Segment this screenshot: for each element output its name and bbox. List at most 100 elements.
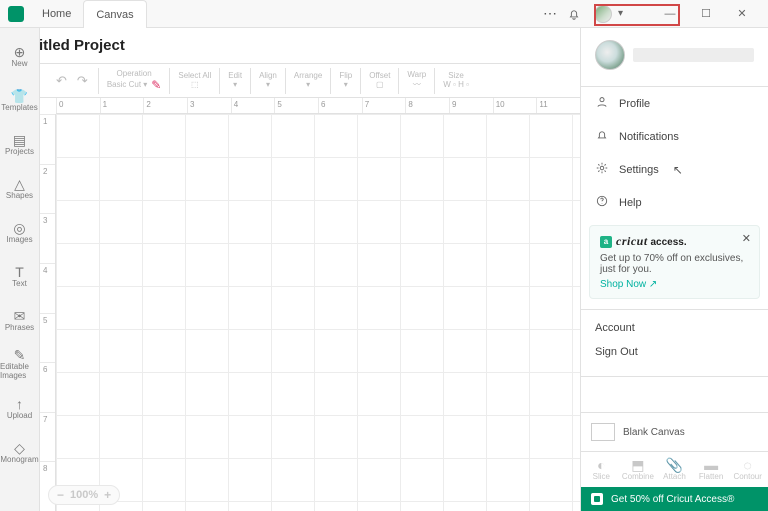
op-operation[interactable]: Operation Basic Cut ▾✎: [98, 68, 170, 94]
ruler-tick: 7: [362, 98, 406, 113]
images-icon: ◎: [13, 221, 25, 235]
menu-settings-label: Settings: [619, 164, 659, 176]
attach-icon: 📎: [666, 458, 683, 472]
right-column: Profile Notifications Settings ↖ Help ✕ …: [580, 28, 768, 511]
text-icon: T: [15, 265, 24, 279]
tool-label: Editable Images: [0, 362, 39, 380]
op-selectall-label: Select All: [178, 72, 211, 80]
window-min-button[interactable]: —: [652, 0, 688, 27]
bell-small-icon: [595, 128, 609, 145]
editable-images-icon: ✎: [14, 348, 26, 362]
undo-button[interactable]: ↶: [56, 73, 67, 89]
op-contour-label: Contour: [733, 472, 761, 481]
tool-text[interactable]: TText: [0, 254, 39, 298]
op-offset[interactable]: Offset▢: [360, 68, 398, 94]
op-selectall[interactable]: Select All⬚: [169, 68, 219, 94]
menu-signout[interactable]: Sign Out: [595, 340, 754, 364]
ruler-tick: 9: [449, 98, 493, 113]
menu-notifications-label: Notifications: [619, 131, 679, 143]
tab-canvas-label: Canvas: [96, 9, 133, 21]
op-flatten[interactable]: ▬Flatten: [694, 458, 728, 481]
zoom-out-button[interactable]: −: [57, 488, 64, 502]
layer-ops: ◐Slice ⬒Combine 📎Attach ▬Flatten ◌Contou…: [581, 452, 768, 487]
tool-label: Shapes: [6, 191, 33, 200]
op-contour[interactable]: ◌Contour: [731, 458, 765, 481]
op-arrange[interactable]: Arrange▾: [285, 68, 330, 94]
promo-shop-link[interactable]: Shop Now ↗: [600, 279, 657, 290]
tool-editable-images[interactable]: ✎Editable Images: [0, 342, 39, 386]
person-icon: [595, 95, 609, 112]
zoom-in-button[interactable]: +: [104, 488, 111, 502]
avatar: [594, 5, 612, 23]
templates-icon: 👕: [11, 89, 28, 103]
tool-projects[interactable]: ▤Projects: [0, 122, 39, 166]
promo-banner[interactable]: Get 50% off Cricut Access®: [581, 487, 768, 511]
ruler-tick: 2: [143, 98, 187, 113]
window-close-button[interactable]: ✕: [724, 0, 760, 27]
zoom-value: 100%: [70, 489, 98, 501]
zoom-control[interactable]: − 100% +: [48, 485, 120, 505]
op-align[interactable]: Align▾: [250, 68, 285, 94]
tool-monogram[interactable]: ◇Monogram: [0, 430, 39, 474]
op-combine[interactable]: ⬒Combine: [621, 458, 655, 481]
op-align-label: Align: [259, 72, 277, 80]
redo-button[interactable]: ↷: [77, 73, 88, 89]
tab-home[interactable]: Home: [30, 0, 83, 27]
ruler-vertical: 12345678: [40, 114, 56, 511]
bell-icon[interactable]: [562, 7, 586, 21]
canvas-grid[interactable]: [56, 114, 580, 511]
promo-body: Get up to 70% off on exclusives, just fo…: [600, 253, 749, 275]
op-attach[interactable]: 📎Attach: [657, 458, 691, 481]
menu-account[interactable]: Account: [595, 316, 754, 340]
op-edit[interactable]: Edit▾: [219, 68, 250, 94]
menu-notifications[interactable]: Notifications: [581, 120, 768, 153]
profile-dropdown: Profile Notifications Settings ↖ Help ✕ …: [581, 28, 768, 377]
account-section: Account Sign Out: [581, 309, 768, 376]
op-slice-label: Slice: [593, 472, 610, 481]
tool-label: New: [11, 59, 27, 68]
banner-badge-icon: [591, 493, 603, 505]
op-operation-label: Operation: [117, 70, 152, 78]
ruler-tick: 1: [40, 114, 55, 164]
ruler-tick: 6: [40, 362, 55, 412]
tool-images[interactable]: ◎Images: [0, 210, 39, 254]
op-slice[interactable]: ◐Slice: [584, 458, 618, 481]
contour-icon: ◌: [744, 458, 752, 472]
op-arrange-label: Arrange: [294, 72, 322, 80]
tool-templates[interactable]: 👕Templates: [0, 78, 39, 122]
ruler-tick: 1: [100, 98, 144, 113]
profile-menu-button[interactable]: ▾: [586, 4, 652, 24]
shapes-icon: △: [14, 177, 25, 191]
tab-canvas[interactable]: Canvas: [83, 0, 146, 28]
op-flip[interactable]: Flip▾: [330, 68, 360, 94]
op-combine-label: Combine: [622, 472, 654, 481]
tool-label: Phrases: [5, 323, 34, 332]
menu-settings[interactable]: Settings ↖: [581, 153, 768, 186]
tool-phrases[interactable]: ✉Phrases: [0, 298, 39, 342]
color-swatch[interactable]: [591, 423, 615, 441]
op-edit-label: Edit: [228, 72, 242, 80]
menu-help[interactable]: Help: [581, 186, 768, 219]
op-warp[interactable]: Warp〰: [398, 68, 434, 94]
tool-label: Upload: [7, 411, 32, 420]
brand-badge-icon: a: [600, 236, 612, 248]
promo-card: ✕ a cricut access. Get up to 70% off on …: [589, 225, 760, 299]
promo-close-button[interactable]: ✕: [742, 232, 751, 245]
ruler-tick: 6: [318, 98, 362, 113]
menu-profile[interactable]: Profile: [581, 87, 768, 120]
canvas-stage[interactable]: 01234567891011 12345678 − 100% +: [40, 98, 580, 511]
tool-label: Images: [6, 235, 32, 244]
blank-canvas-row[interactable]: Blank Canvas: [581, 413, 768, 452]
window-max-button[interactable]: ☐: [688, 0, 724, 27]
tab-home-label: Home: [42, 8, 71, 20]
tool-upload[interactable]: ↑Upload: [0, 386, 39, 430]
more-icon[interactable]: ⋯: [538, 5, 562, 22]
op-size[interactable]: SizeW ▫ H ▫: [434, 68, 477, 94]
flatten-icon: ▬: [704, 458, 718, 472]
tool-label: Text: [12, 279, 27, 288]
tool-shapes[interactable]: △Shapes: [0, 166, 39, 210]
ruler-tick: 4: [40, 263, 55, 313]
promo-brand-suffix: access: [650, 237, 683, 248]
chevron-down-icon: ▾: [618, 8, 623, 19]
tool-new[interactable]: ⊕New: [0, 34, 39, 78]
